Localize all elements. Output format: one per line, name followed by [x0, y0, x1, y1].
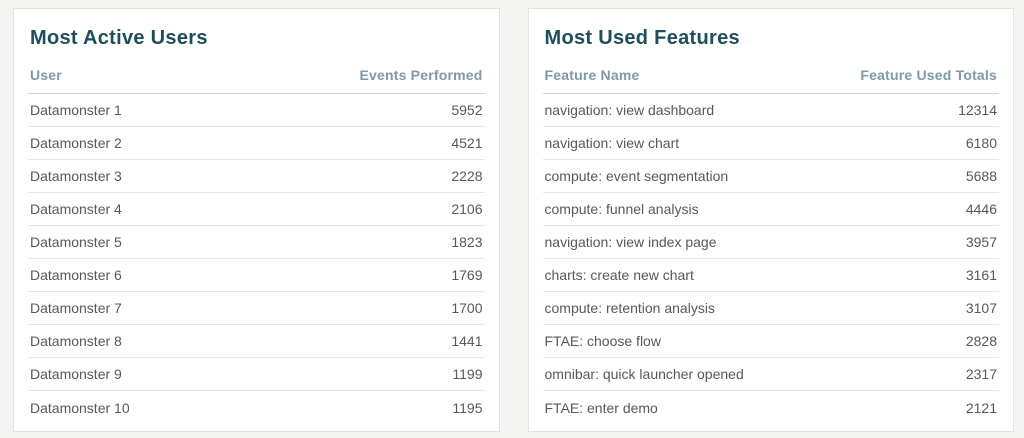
- feature-total-cell: 3957: [965, 234, 997, 250]
- events-count-cell: 1769: [451, 267, 483, 283]
- feature-total-cell: 12314: [958, 102, 997, 118]
- feature-total-cell: 3107: [965, 300, 997, 316]
- panel-most-used-features: Most Used Features Feature Name Feature …: [527, 8, 1014, 432]
- column-header-feature-name: Feature Name: [544, 67, 640, 83]
- user-name-cell: Datamonster 2: [30, 135, 122, 151]
- events-count-cell: 1199: [452, 366, 483, 382]
- table-row: Datamonster 1 5952: [28, 94, 485, 127]
- column-header-events-performed: Events Performed: [359, 67, 483, 83]
- table-row: Datamonster 5 1823: [28, 226, 485, 259]
- feature-total-cell: 2121: [965, 399, 997, 416]
- table-row: compute: event segmentation 5688: [542, 160, 999, 193]
- table-row: omnibar: quick launcher opened 2317: [542, 358, 999, 391]
- panel-most-active-users: Most Active Users User Events Performed …: [13, 8, 500, 432]
- feature-name-cell: navigation: view dashboard: [544, 102, 715, 118]
- feature-name-cell: compute: funnel analysis: [544, 201, 699, 217]
- user-name-cell: Datamonster 5: [30, 234, 122, 250]
- table-row: navigation: view chart 6180: [542, 127, 999, 160]
- user-name-cell: Datamonster 4: [30, 201, 122, 217]
- events-count-cell: 1823: [451, 234, 483, 250]
- table-header-features: Feature Name Feature Used Totals: [542, 57, 999, 94]
- feature-name-cell: omnibar: quick launcher opened: [544, 366, 744, 382]
- feature-total-cell: 5688: [965, 168, 997, 184]
- events-count-cell: 2228: [451, 168, 483, 184]
- table-row: Datamonster 2 4521: [28, 127, 485, 160]
- user-name-cell: Datamonster 3: [30, 168, 122, 184]
- user-name-cell: Datamonster 10: [30, 399, 130, 416]
- user-name-cell: Datamonster 7: [30, 300, 122, 316]
- table-header-users: User Events Performed: [28, 57, 485, 94]
- feature-name-cell: navigation: view chart: [544, 135, 680, 151]
- table-row: compute: funnel analysis 4446: [542, 193, 999, 226]
- events-count-cell: 4521: [451, 135, 483, 151]
- user-name-cell: Datamonster 9: [30, 366, 122, 382]
- table-row: Datamonster 4 2106: [28, 193, 485, 226]
- feature-total-cell: 4446: [965, 201, 997, 217]
- feature-name-cell: compute: retention analysis: [544, 300, 715, 316]
- events-count-cell: 2106: [451, 201, 483, 217]
- feature-total-cell: 2828: [965, 333, 997, 349]
- table-row: FTAE: choose flow 2828: [542, 325, 999, 358]
- table-row: Datamonster 3 2228: [28, 160, 485, 193]
- table-row: Datamonster 6 1769: [28, 259, 485, 292]
- table-row: compute: retention analysis 3107: [542, 292, 999, 325]
- feature-name-cell: FTAE: choose flow: [544, 333, 661, 349]
- feature-name-cell: FTAE: enter demo: [544, 399, 658, 416]
- table-row: Datamonster 8 1441: [28, 325, 485, 358]
- feature-name-cell: compute: event segmentation: [544, 168, 729, 184]
- table-row: navigation: view dashboard 12314: [542, 94, 999, 127]
- feature-name-cell: navigation: view index page: [544, 234, 717, 250]
- feature-name-cell: charts: create new chart: [544, 267, 694, 283]
- events-count-cell: 1195: [452, 399, 483, 416]
- events-count-cell: 1441: [451, 333, 483, 349]
- user-name-cell: Datamonster 6: [30, 267, 122, 283]
- column-header-feature-used-totals: Feature Used Totals: [860, 67, 997, 83]
- panel-title-most-used-features: Most Used Features: [544, 27, 740, 49]
- table-row: Datamonster 10 1195: [28, 391, 485, 424]
- feature-total-cell: 3161: [965, 267, 997, 283]
- table-row: Datamonster 9 1199: [28, 358, 485, 391]
- table-row: Datamonster 7 1700: [28, 292, 485, 325]
- dashboard-reports: Most Active Users User Events Performed …: [0, 0, 1024, 438]
- table-row: FTAE: enter demo 2121: [543, 391, 1000, 424]
- feature-total-cell: 2317: [965, 366, 997, 382]
- events-count-cell: 5952: [451, 102, 483, 118]
- user-name-cell: Datamonster 1: [30, 102, 122, 118]
- column-header-user: User: [30, 67, 62, 83]
- user-name-cell: Datamonster 8: [30, 333, 122, 349]
- table-row: charts: create new chart 3161: [542, 259, 999, 292]
- events-count-cell: 1700: [451, 300, 483, 316]
- feature-total-cell: 6180: [965, 135, 997, 151]
- panel-title-most-active-users: Most Active Users: [30, 27, 208, 49]
- table-row: navigation: view index page 3957: [542, 226, 999, 259]
